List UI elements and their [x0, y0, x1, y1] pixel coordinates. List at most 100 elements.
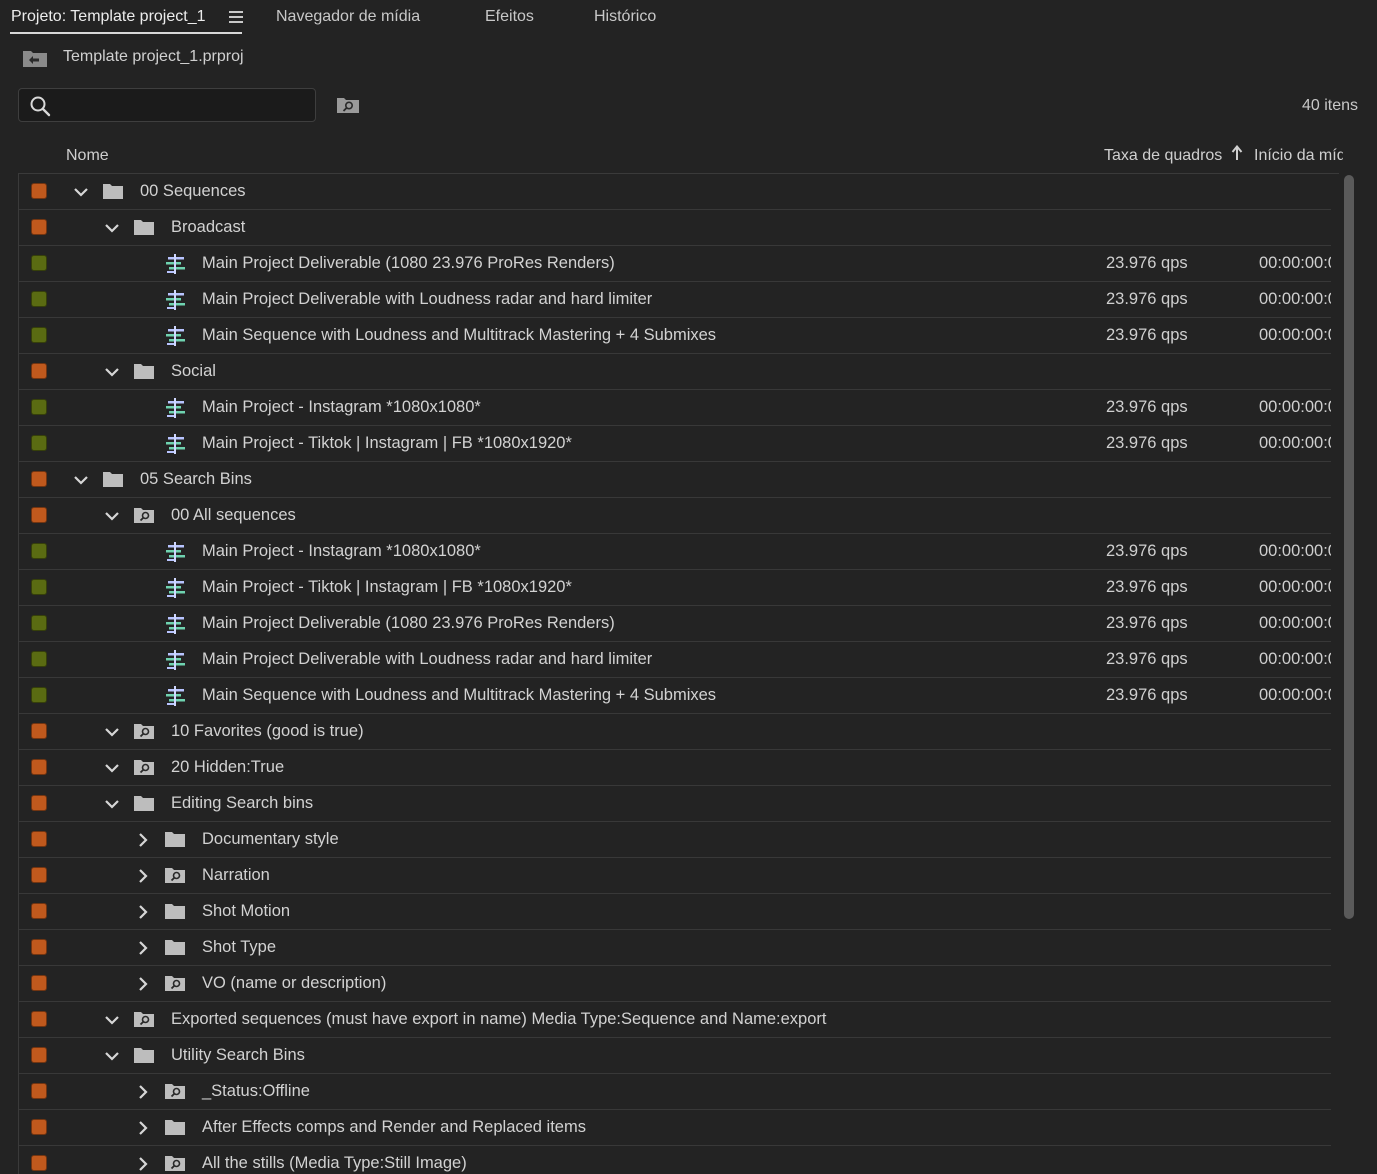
column-header-name[interactable]: Nome	[66, 147, 109, 165]
tab-project[interactable]: Projeto: Template project_1	[11, 0, 205, 36]
tab-effects[interactable]: Efeitos	[485, 0, 534, 36]
chevron-down-icon[interactable]	[72, 183, 90, 201]
project-up-folder-icon[interactable]	[22, 48, 48, 68]
bin-row[interactable]: Social	[19, 354, 1331, 390]
chevron-down-icon[interactable]	[103, 219, 121, 237]
bin-row[interactable]: Broadcast	[19, 210, 1331, 246]
bin-row[interactable]: Shot Motion	[19, 894, 1331, 930]
bin-row[interactable]: Shot Type	[19, 930, 1331, 966]
item-name[interactable]: Main Project Deliverable with Loudness r…	[202, 650, 652, 669]
item-name[interactable]: Main Project Deliverable (1080 23.976 Pr…	[202, 614, 615, 633]
item-name[interactable]: Editing Search bins	[171, 794, 313, 813]
label-color-swatch[interactable]	[31, 579, 47, 595]
label-color-swatch[interactable]	[31, 687, 47, 703]
label-color-swatch[interactable]	[31, 543, 47, 559]
item-name[interactable]: 00 All sequences	[171, 506, 296, 525]
sequence-row[interactable]: Main Project Deliverable with Loudness r…	[19, 642, 1331, 678]
search-bin-row[interactable]: Narration	[19, 858, 1331, 894]
item-name[interactable]: 20 Hidden:True	[171, 758, 284, 777]
search-bin-row[interactable]: 00 All sequences	[19, 498, 1331, 534]
label-color-swatch[interactable]	[31, 1047, 47, 1063]
search-bin-row[interactable]: All the stills (Media Type:Still Image)	[19, 1146, 1331, 1174]
label-color-swatch[interactable]	[31, 291, 47, 307]
column-header-frame-rate[interactable]: Taxa de quadros	[1104, 147, 1222, 165]
chevron-right-icon[interactable]	[134, 939, 152, 957]
bin-row[interactable]: 00 Sequences	[19, 174, 1331, 210]
label-color-swatch[interactable]	[31, 255, 47, 271]
item-name[interactable]: 05 Search Bins	[140, 470, 252, 489]
item-name[interactable]: After Effects comps and Render and Repla…	[202, 1118, 586, 1137]
item-name[interactable]: Main Sequence with Loudness and Multitra…	[202, 326, 716, 345]
item-name[interactable]: 00 Sequences	[140, 182, 246, 201]
column-header-media-start[interactable]: Início da mídia	[1254, 147, 1343, 165]
tab-media-browser[interactable]: Navegador de mídia	[276, 0, 420, 36]
chevron-down-icon[interactable]	[103, 1047, 121, 1065]
item-name[interactable]: Main Project - Instagram *1080x1080*	[202, 398, 481, 417]
chevron-right-icon[interactable]	[134, 903, 152, 921]
label-color-swatch[interactable]	[31, 435, 47, 451]
search-bin-row[interactable]: Exported sequences (must have export in …	[19, 1002, 1331, 1038]
item-name[interactable]: Main Project Deliverable with Loudness r…	[202, 290, 652, 309]
sequence-row[interactable]: Main Project Deliverable with Loudness r…	[19, 282, 1331, 318]
label-color-swatch[interactable]	[31, 183, 47, 199]
label-color-swatch[interactable]	[31, 939, 47, 955]
label-color-swatch[interactable]	[31, 363, 47, 379]
item-name[interactable]: Shot Type	[202, 938, 276, 957]
item-name[interactable]: Main Project - Instagram *1080x1080*	[202, 542, 481, 561]
sequence-row[interactable]: Main Project Deliverable (1080 23.976 Pr…	[19, 246, 1331, 282]
label-color-swatch[interactable]	[31, 651, 47, 667]
item-name[interactable]: Shot Motion	[202, 902, 290, 921]
bin-row[interactable]: Editing Search bins	[19, 786, 1331, 822]
label-color-swatch[interactable]	[31, 1155, 47, 1171]
panel-menu-icon[interactable]	[229, 11, 243, 23]
label-color-swatch[interactable]	[31, 1011, 47, 1027]
tab-history[interactable]: Histórico	[594, 0, 656, 36]
label-color-swatch[interactable]	[31, 759, 47, 775]
item-name[interactable]: Exported sequences (must have export in …	[171, 1010, 827, 1029]
search-bin-row[interactable]: _Status:Offline	[19, 1074, 1331, 1110]
label-color-swatch[interactable]	[31, 219, 47, 235]
search-bin-row[interactable]: 20 Hidden:True	[19, 750, 1331, 786]
chevron-right-icon[interactable]	[134, 1119, 152, 1137]
item-name[interactable]: Main Sequence with Loudness and Multitra…	[202, 686, 716, 705]
chevron-down-icon[interactable]	[103, 759, 121, 777]
sequence-row[interactable]: Main Project - Instagram *1080x1080* 23.9…	[19, 390, 1331, 426]
label-color-swatch[interactable]	[31, 399, 47, 415]
sequence-row[interactable]: Main Sequence with Loudness and Multitra…	[19, 678, 1331, 714]
chevron-right-icon[interactable]	[134, 831, 152, 849]
chevron-down-icon[interactable]	[103, 507, 121, 525]
bin-row[interactable]: After Effects comps and Render and Repla…	[19, 1110, 1331, 1146]
bin-row[interactable]: 05 Search Bins	[19, 462, 1331, 498]
bin-row[interactable]: Utility Search Bins	[19, 1038, 1331, 1074]
label-color-swatch[interactable]	[31, 471, 47, 487]
chevron-down-icon[interactable]	[103, 723, 121, 741]
label-color-swatch[interactable]	[31, 795, 47, 811]
label-color-swatch[interactable]	[31, 327, 47, 343]
chevron-right-icon[interactable]	[134, 1155, 152, 1173]
item-name[interactable]: Utility Search Bins	[171, 1046, 305, 1065]
label-color-swatch[interactable]	[31, 975, 47, 991]
sequence-row[interactable]: Main Project Deliverable (1080 23.976 Pr…	[19, 606, 1331, 642]
sequence-row[interactable]: Main Project - Tiktok | Instagram | FB *…	[19, 570, 1331, 606]
item-name[interactable]: Narration	[202, 866, 270, 885]
label-color-swatch[interactable]	[31, 867, 47, 883]
item-name[interactable]: _Status:Offline	[202, 1082, 310, 1101]
chevron-right-icon[interactable]	[134, 867, 152, 885]
scrollbar-thumb[interactable]	[1344, 175, 1354, 919]
chevron-down-icon[interactable]	[103, 795, 121, 813]
sort-ascending-icon[interactable]	[1231, 145, 1243, 161]
chevron-down-icon[interactable]	[72, 471, 90, 489]
item-name[interactable]: VO (name or description)	[202, 974, 386, 993]
label-color-swatch[interactable]	[31, 831, 47, 847]
sequence-row[interactable]: Main Sequence with Loudness and Multitra…	[19, 318, 1331, 354]
search-bin-row[interactable]: 10 Favorites (good is true)	[19, 714, 1331, 750]
item-name[interactable]: All the stills (Media Type:Still Image)	[202, 1154, 467, 1173]
new-search-bin-icon[interactable]	[336, 96, 360, 114]
item-name[interactable]: Main Project - Tiktok | Instagram | FB *…	[202, 578, 572, 597]
item-name[interactable]: Documentary style	[202, 830, 339, 849]
item-name[interactable]: Social	[171, 362, 216, 381]
item-name[interactable]: Broadcast	[171, 218, 245, 237]
chevron-right-icon[interactable]	[134, 975, 152, 993]
chevron-right-icon[interactable]	[134, 1083, 152, 1101]
label-color-swatch[interactable]	[31, 1119, 47, 1135]
